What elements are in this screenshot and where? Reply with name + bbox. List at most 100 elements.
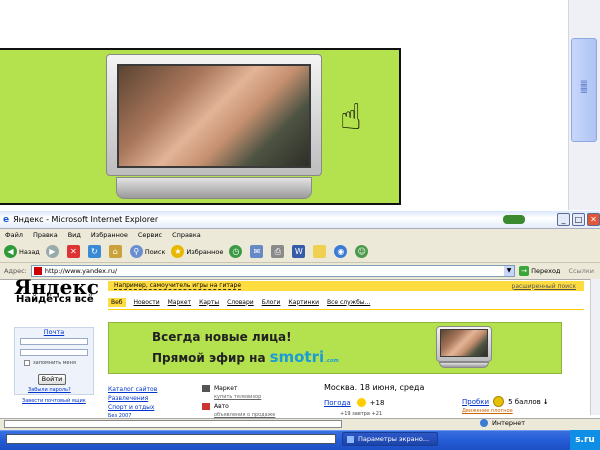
close-button[interactable]: ✕ — [587, 213, 600, 226]
ad-brand-suffix: .com — [325, 358, 339, 364]
url-dropdown-icon[interactable]: ▼ — [504, 266, 515, 276]
ad-subline: Прямой эфир на smotri .com — [152, 348, 339, 366]
search-tabs: Веб Новости Маркет Карты Словари Блоги К… — [108, 295, 584, 309]
sport-link[interactable]: Спорт и отдых — [108, 403, 157, 412]
note-icon — [313, 245, 327, 258]
tab-market[interactable]: Маркет — [168, 299, 191, 306]
hand-cursor-icon: ☝ — [340, 97, 362, 138]
taskbar-item-display-settings[interactable]: Параметры экрано... — [342, 432, 438, 446]
status-text-area — [4, 420, 342, 428]
checkbox-icon — [24, 360, 30, 366]
mail-password-input[interactable] — [20, 349, 88, 356]
yandex-logo[interactable]: Яндекс — [14, 277, 99, 297]
tab-all-services[interactable]: Все службы... — [327, 299, 370, 306]
traffic-widget[interactable]: Пробки 5 баллов ↓ — [462, 396, 549, 407]
taskbar-address-input[interactable] — [6, 434, 336, 444]
url-text: http://www.yandex.ru/ — [44, 267, 118, 275]
messenger-button[interactable]: ☺ — [355, 245, 370, 258]
tab-images[interactable]: Картинки — [288, 299, 319, 306]
weather-temp: +18 — [369, 398, 385, 407]
go-button[interactable]: Переход — [531, 267, 560, 275]
search-divider — [108, 309, 584, 310]
forgot-password-link[interactable]: Забыли пароль? — [28, 387, 71, 393]
city-date: Москва. 18 июня, среда — [324, 383, 425, 392]
star-icon: ★ — [171, 245, 185, 258]
messenger-icon: ☺ — [355, 245, 369, 258]
mail-login-button[interactable]: Войти — [38, 374, 66, 385]
remember-me-checkbox[interactable]: запомнить меня — [24, 360, 76, 366]
title-bar[interactable]: e Яндекс - Microsoft Internet Explorer _… — [0, 211, 600, 229]
search-button[interactable]: ⚲ Поиск — [129, 245, 166, 258]
tab-maps[interactable]: Карты — [199, 299, 219, 306]
back-label: Назад — [19, 247, 40, 256]
traffic-status-link[interactable]: Движение плотное — [462, 408, 513, 414]
forward-button[interactable]: ▶ — [45, 245, 61, 258]
window-title: Яндекс - Microsoft Internet Explorer — [13, 215, 159, 224]
refresh-button[interactable]: ↻ — [87, 245, 103, 258]
ad-tv-stand — [439, 362, 489, 368]
back-button[interactable]: ◀ Назад — [4, 245, 40, 258]
menu-item-tools[interactable]: Сервис — [138, 231, 162, 239]
advanced-search-link[interactable]: расширенный поиск — [512, 283, 576, 290]
sun-icon — [356, 398, 366, 407]
mail-title-link[interactable]: Почта — [14, 328, 94, 336]
edit-button[interactable]: W — [292, 245, 307, 258]
catalog-link[interactable]: Каталог сайтов — [108, 385, 157, 394]
menu-item-file[interactable]: Файл — [5, 231, 23, 239]
ad-brand: smotri — [269, 348, 325, 366]
services-list: Маркет купить телевизор Авто объявления … — [202, 385, 275, 419]
ad-headline: Всегда новые лица! — [152, 330, 292, 344]
discuss-button[interactable] — [313, 245, 328, 258]
service-auto-label: Авто — [214, 403, 229, 410]
tab-blogs[interactable]: Блоги — [262, 299, 281, 306]
search-label: Поиск — [144, 247, 166, 256]
favorites-button[interactable]: ★ Избранное — [171, 245, 223, 258]
weather-widget[interactable]: Погода +18 — [324, 398, 384, 407]
system-tray[interactable]: s.ru — [570, 430, 600, 450]
page-favicon-icon — [33, 267, 42, 275]
menu-item-view[interactable]: Вид — [68, 231, 81, 239]
traffic-label: Пробки — [462, 397, 490, 406]
history-icon: ◷ — [229, 245, 243, 258]
remember-me-label: запомнить меня — [33, 360, 76, 366]
menu-item-edit[interactable]: Правка — [33, 231, 58, 239]
print-button[interactable]: ⎙ — [271, 245, 286, 258]
menu-item-favorites[interactable]: Избранное — [91, 231, 128, 239]
entertainment-link[interactable]: Развлечения — [108, 394, 157, 403]
url-input[interactable]: http://www.yandex.ru/ ▼ — [30, 265, 516, 277]
tab-news[interactable]: Новости — [134, 299, 160, 306]
taskbar-item-label: Параметры экрано... — [358, 435, 430, 443]
page-scrollbar[interactable] — [590, 279, 600, 415]
service-auto[interactable]: Авто — [202, 403, 275, 411]
menu-item-help[interactable]: Справка — [172, 231, 201, 239]
mail-button[interactable]: ✉ — [250, 245, 265, 258]
home-button[interactable]: ⌂ — [108, 245, 124, 258]
ie-icon: e — [3, 214, 10, 225]
standard-toolbar: ◀ Назад ▶ ✕ ↻ ⌂ ⚲ Поиск ★ Избранное ◷ ✉ … — [0, 241, 600, 263]
mail-icon: ✉ — [250, 245, 264, 258]
home-icon: ⌂ — [108, 245, 122, 258]
history-button[interactable]: ◷ — [229, 245, 244, 258]
minimize-button[interactable]: _ — [557, 213, 570, 226]
service-market[interactable]: Маркет — [202, 385, 275, 393]
menu-bar: Файл Правка Вид Избранное Сервис Справка — [0, 229, 600, 241]
maximize-button[interactable]: □ — [572, 213, 585, 226]
create-mailbox-link[interactable]: Завести почтовый ящик — [22, 398, 86, 404]
search-example[interactable]: Например, самоучитель игры на гитаре — [114, 282, 242, 290]
scroll-grip-icon: ≡ ≡ ≡ — [579, 78, 589, 97]
stop-button[interactable]: ✕ — [66, 245, 82, 258]
tab-web[interactable]: Веб — [108, 297, 126, 307]
mail-login-input[interactable] — [20, 338, 88, 345]
yandex-slogan: Найдётся всё — [16, 294, 94, 305]
stop-icon: ✕ — [66, 245, 80, 258]
go-arrow-icon[interactable]: → — [519, 266, 530, 276]
address-label: Адрес: — [4, 267, 27, 275]
tab-dictionaries[interactable]: Словари — [227, 299, 254, 306]
printer-icon: ⎙ — [271, 245, 285, 258]
security-zone: Интернет — [480, 419, 525, 427]
research-button[interactable]: ◉ — [334, 245, 349, 258]
weather-label: Погода — [324, 398, 351, 407]
service-market-label: Маркет — [214, 385, 238, 392]
service-market-sub[interactable]: купить телевизор — [214, 393, 275, 401]
links-label[interactable]: Ссылки — [568, 267, 594, 275]
